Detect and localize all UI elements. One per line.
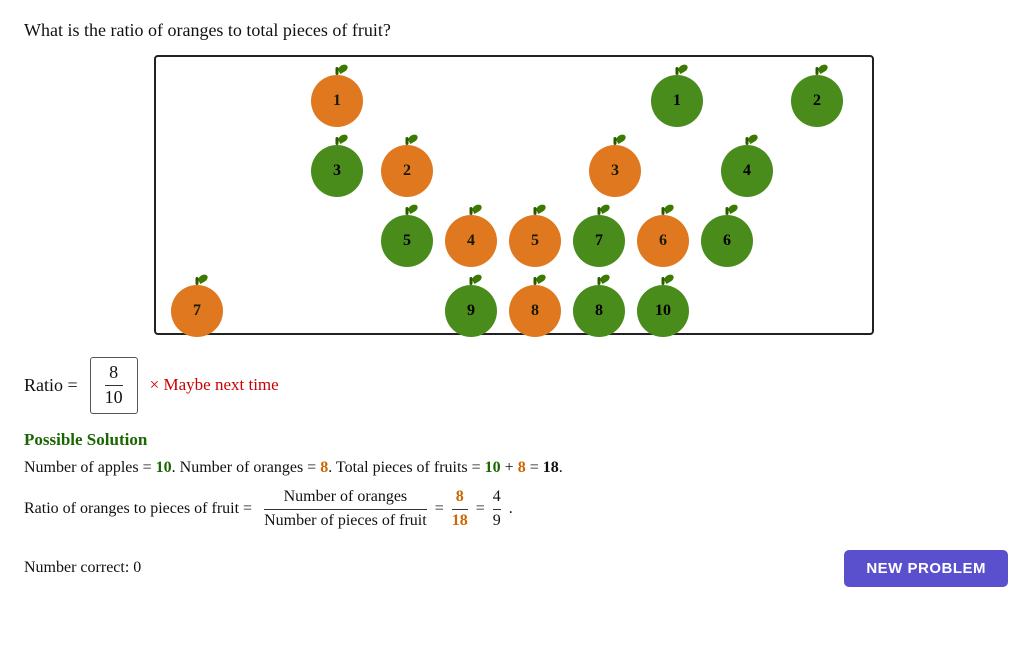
orange-fruit-6: 6: [637, 215, 689, 267]
line1-apples: 10: [156, 459, 172, 476]
orange-fruit-4: 4: [445, 215, 497, 267]
solution-line2: Ratio of oranges to pieces of fruit = Nu…: [24, 487, 1008, 532]
frac-top: Number of oranges: [284, 487, 408, 508]
frac-line4: [493, 509, 501, 511]
line1-total-b: 8: [518, 459, 526, 476]
eq2-den: 9: [493, 511, 501, 532]
frac-line3: [452, 509, 468, 511]
period: .: [509, 500, 513, 518]
ratio-fraction: 8 10: [90, 357, 138, 414]
line1-pre: Number of apples =: [24, 459, 156, 476]
green-fruit-3: 3: [311, 145, 363, 197]
frac-bot: Number of pieces of fruit: [264, 511, 427, 532]
green-fruit-8: 8: [573, 285, 625, 337]
question-text: What is the ratio of oranges to total pi…: [24, 20, 1008, 41]
solution-fraction-words: Number of oranges Number of pieces of fr…: [264, 487, 427, 532]
orange-fruit-5: 5: [509, 215, 561, 267]
eq-equals1: =: [435, 500, 444, 518]
green-fruit-6: 6: [701, 215, 753, 267]
eq2-num: 4: [493, 487, 501, 508]
orange-fruit-2: 2: [381, 145, 433, 197]
new-problem-button[interactable]: NEW PROBLEM: [844, 550, 1008, 587]
line1-oranges: 8: [320, 459, 328, 476]
solution-line1: Number of apples = 10. Number of oranges…: [24, 454, 1008, 481]
ratio-row: Ratio = 8 10 × Maybe next time: [24, 357, 1008, 414]
orange-fruit-3: 3: [589, 145, 641, 197]
frac-line2: [264, 509, 427, 511]
green-fruit-4: 4: [721, 145, 773, 197]
line1-mid: . Number of oranges =: [172, 459, 321, 476]
num-correct-label: Number correct: 0: [24, 559, 141, 577]
eq-equals2: =: [476, 500, 485, 518]
orange-fruit-8: 8: [509, 285, 561, 337]
green-fruit-10: 10: [637, 285, 689, 337]
fruit-display-box: 1234567812345678910: [154, 55, 874, 335]
orange-fruit-1: 1: [311, 75, 363, 127]
line1-total-a: 10: [485, 459, 501, 476]
eq1-num: 8: [456, 487, 464, 508]
green-fruit-2: 2: [791, 75, 843, 127]
feedback-text: × Maybe next time: [150, 375, 279, 395]
line1-total: 18: [543, 459, 559, 476]
ratio-label: Ratio =: [24, 375, 78, 396]
solution-fraction-reduced: 4 9: [493, 487, 501, 532]
line2-pre: Ratio of oranges to pieces of fruit =: [24, 500, 256, 518]
green-fruit-7: 7: [573, 215, 625, 267]
eq1-den: 18: [452, 511, 468, 532]
fraction-line: [105, 385, 123, 387]
orange-fruit-7: 7: [171, 285, 223, 337]
ratio-numerator: 8: [109, 362, 118, 384]
line1-suf: . Total pieces of fruits =: [328, 459, 484, 476]
line1-plus: +: [501, 459, 518, 476]
bottom-row: Number correct: 0 NEW PROBLEM: [24, 550, 1008, 587]
line1-equals: =: [526, 459, 543, 476]
green-fruit-5: 5: [381, 215, 433, 267]
solution-fraction-nums: 8 18: [452, 487, 468, 532]
possible-solution-section: Possible Solution Number of apples = 10.…: [24, 430, 1008, 532]
green-fruit-9: 9: [445, 285, 497, 337]
solution-title: Possible Solution: [24, 430, 1008, 450]
ratio-denominator: 10: [105, 387, 123, 409]
green-fruit-1: 1: [651, 75, 703, 127]
